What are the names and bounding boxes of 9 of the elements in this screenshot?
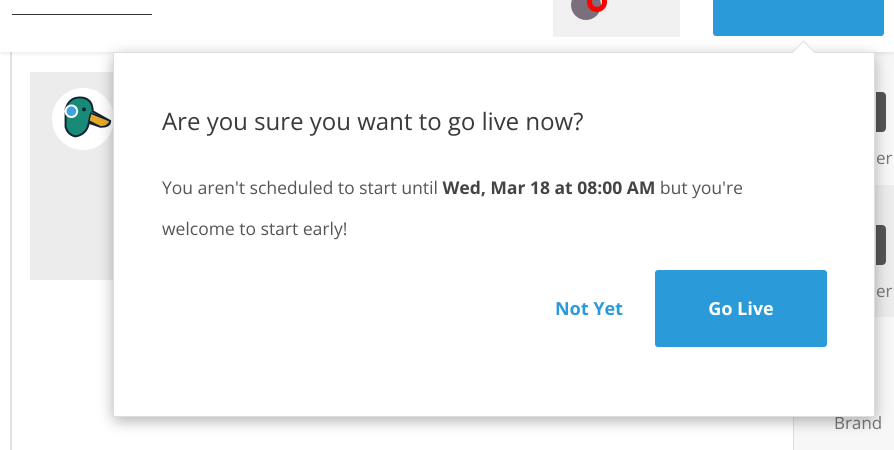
sidebar-icon (876, 224, 886, 265)
user-avatar[interactable] (553, 0, 680, 37)
sidebar-label[interactable]: er (876, 146, 892, 169)
popover-message: You aren't scheduled to start until Wed, Mar 18 at 08:00 AM but you're welcome to start early! (162, 175, 744, 243)
sidebar-icon (876, 92, 886, 132)
popover-title: Are you sure you want to go live now? (162, 105, 584, 138)
cancel-link[interactable]: Not Yet (555, 296, 623, 320)
sidebar-label[interactable]: er (876, 278, 892, 302)
go-live-button[interactable]: Go Live (655, 270, 827, 347)
